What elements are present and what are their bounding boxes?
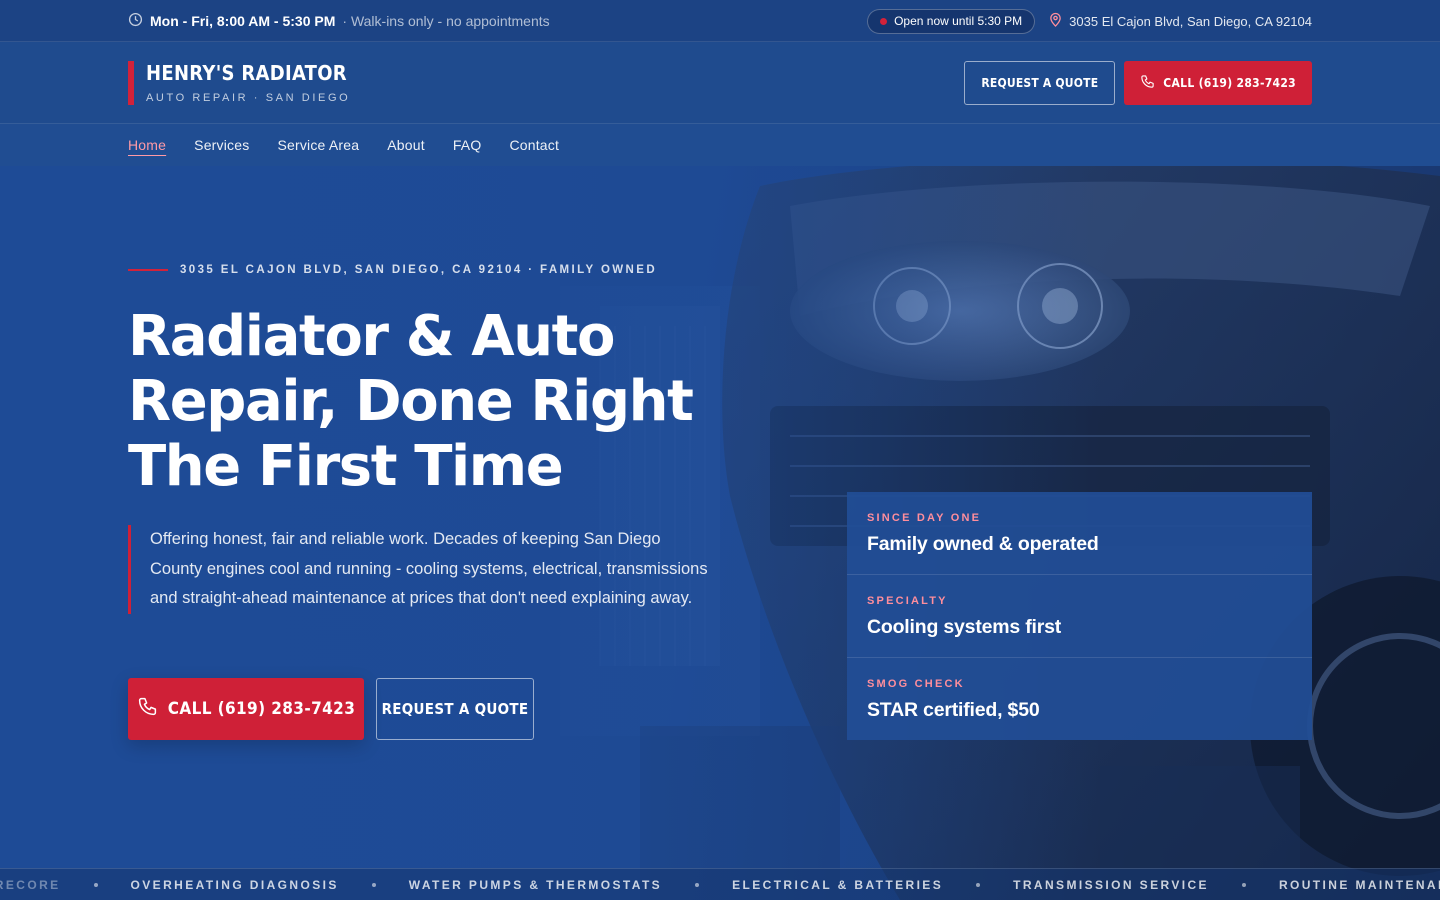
ticker-separator [695, 883, 700, 887]
nav-item-home[interactable]: Home [128, 137, 166, 153]
phone-icon [137, 696, 158, 722]
shop-address[interactable]: 3035 El Cajon Blvd, San Diego, CA 92104 [1049, 12, 1312, 30]
brand-logo[interactable]: HENRY'S RADIATOR AUTO REPAIR · SAN DIEGO [128, 61, 350, 105]
open-status-badge: Open now until 5:30 PM [867, 8, 1036, 34]
ticker-item: & RECORE [0, 878, 61, 892]
services-ticker: & RECORE OVERHEATING DIAGNOSIS WATER PUM… [0, 868, 1440, 900]
nav-item-services[interactable]: Services [194, 137, 249, 153]
status-dot-icon [880, 17, 888, 25]
business-hours: Mon - Fri, 8:00 AM - 5:30 PM · Walk-ins … [128, 0, 550, 42]
hero-call-button[interactable]: CALL (619) 283-7423 [128, 678, 364, 740]
ticker-item: ROUTINE MAINTENANCE [1278, 878, 1440, 892]
ticker-separator [1241, 883, 1246, 887]
ticker-item: WATER PUMPS & THERMOSTATS [408, 878, 663, 892]
brand-accent-bar [128, 61, 134, 105]
hero-eyebrow: 3035 EL CAJON BLVD, SAN DIEGO, CA 92104 … [128, 264, 657, 276]
hours-text: Mon - Fri, 8:00 AM - 5:30 PM [150, 13, 336, 29]
ticker-item: TRANSMISSION SERVICE [1013, 878, 1209, 892]
header-call-label: CALL (619) 283-7423 [1163, 76, 1296, 90]
brand-name: HENRY'S RADIATOR [146, 61, 347, 85]
ticker-item: OVERHEATING DIAGNOSIS [130, 878, 339, 892]
hero-description: Offering honest, fair and reliable work.… [128, 525, 708, 614]
stat-item: SINCE DAY ONE Family owned & operated [847, 492, 1312, 575]
walkins-note: · Walk-ins only - no appointments [342, 13, 550, 29]
header-call-button[interactable]: CALL (619) 283-7423 [1124, 61, 1312, 105]
clock-icon [128, 12, 143, 30]
address-text: 3035 El Cajon Blvd, San Diego, CA 92104 [1069, 13, 1312, 29]
stat-item: SPECIALTY Cooling systems first [847, 575, 1312, 658]
ticker-separator [371, 883, 376, 887]
hero-headline: Radiator & Auto Repair, Done Right The F… [128, 304, 694, 499]
brand-tagline: AUTO REPAIR · SAN DIEGO [146, 92, 351, 104]
hero-call-label: CALL (619) 283-7423 [167, 699, 356, 719]
ticker-item: ELECTRICAL & BATTERIES [732, 878, 944, 892]
nav-item-service-area[interactable]: Service Area [277, 137, 359, 153]
top-info-bar: Mon - Fri, 8:00 AM - 5:30 PM · Walk-ins … [0, 0, 1440, 42]
open-status-text: Open now until 5:30 PM [894, 14, 1023, 28]
stat-value: STAR certified, $50 [867, 699, 1040, 721]
stat-label: SINCE DAY ONE [867, 512, 982, 524]
hero-section: 3035 EL CAJON BLVD, SAN DIEGO, CA 92104 … [0, 166, 1440, 900]
hero-eyebrow-text: 3035 EL CAJON BLVD, SAN DIEGO, CA 92104 … [180, 264, 658, 276]
hero-stats-card: SINCE DAY ONE Family owned & operated SP… [847, 492, 1312, 740]
ticker-separator [93, 883, 98, 887]
stat-label: SPECIALTY [867, 595, 948, 607]
main-nav: Home Services Service Area About FAQ Con… [0, 124, 1440, 166]
stat-item: SMOG CHECK STAR certified, $50 [847, 658, 1312, 740]
phone-icon [1140, 74, 1155, 92]
stat-value: Cooling systems first [867, 616, 1062, 638]
hero-request-quote-button[interactable]: REQUEST A QUOTE [376, 678, 534, 740]
nav-item-faq[interactable]: FAQ [453, 137, 482, 153]
ticker-separator [976, 883, 981, 887]
hero-cta-group: CALL (619) 283-7423 REQUEST A QUOTE [128, 678, 534, 740]
nav-item-about[interactable]: About [387, 137, 425, 153]
eyebrow-accent-line [128, 269, 168, 271]
stat-value: Family owned & operated [867, 533, 1099, 555]
stat-label: SMOG CHECK [867, 678, 965, 690]
header-request-quote-button[interactable]: REQUEST A QUOTE [964, 61, 1116, 105]
site-header: HENRY'S RADIATOR AUTO REPAIR · SAN DIEGO… [0, 42, 1440, 124]
map-pin-icon [1049, 12, 1062, 30]
nav-item-contact[interactable]: Contact [509, 137, 559, 153]
